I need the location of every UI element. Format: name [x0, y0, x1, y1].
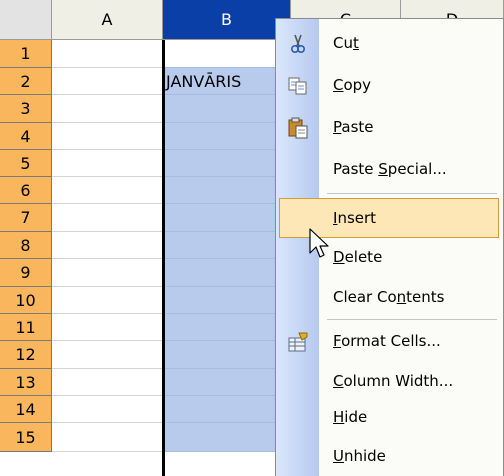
scissors-icon: [287, 33, 309, 55]
menu-item-label: Paste Special...: [333, 160, 447, 178]
menu-separator: [327, 319, 497, 320]
cell-a15[interactable]: [52, 423, 163, 452]
menu-item-label: Delete: [333, 248, 383, 266]
cell-b6[interactable]: [163, 177, 291, 204]
row-header-6[interactable]: 6: [0, 177, 52, 204]
menu-item-label: Copy: [333, 76, 372, 94]
menu-item-cut[interactable]: Cut: [276, 24, 504, 64]
cell-a2[interactable]: [52, 68, 163, 95]
spreadsheet-window: A B C D 12JANVĀRIS3456789101112131415 Cu…: [0, 0, 504, 476]
cell-b1[interactable]: [163, 40, 291, 68]
menu-item-column-width[interactable]: Column Width...: [276, 362, 504, 402]
menu-item-hide[interactable]: Hide: [276, 398, 504, 438]
row-header-8[interactable]: 8: [0, 232, 52, 259]
row-header-7[interactable]: 7: [0, 204, 52, 232]
format-cells-icon: [287, 331, 309, 353]
cell-b14[interactable]: [163, 396, 291, 423]
cell-b9[interactable]: [163, 259, 291, 287]
cell-a3[interactable]: [52, 95, 163, 123]
cell-a9[interactable]: [52, 259, 163, 287]
menu-item-unhide[interactable]: Unhide: [276, 437, 504, 476]
row-header-14[interactable]: 14: [0, 396, 52, 423]
cell-b4[interactable]: [163, 123, 291, 150]
select-all-corner[interactable]: [0, 0, 52, 40]
menu-item-label: Unhide: [333, 447, 386, 465]
cell-a14[interactable]: [52, 396, 163, 423]
row-header-5[interactable]: 5: [0, 150, 52, 177]
menu-item-label: Clear Contents: [333, 288, 445, 306]
menu-item-format-cells[interactable]: Format Cells...: [276, 322, 504, 362]
menu-item-label: Paste: [333, 118, 374, 136]
menu-item-label: Hide: [333, 408, 368, 426]
cell-a13[interactable]: [52, 369, 163, 396]
menu-item-label: Column Width...: [333, 372, 454, 390]
cell-a11[interactable]: [52, 314, 163, 341]
cell-a8[interactable]: [52, 232, 163, 259]
cell-b8[interactable]: [163, 232, 291, 259]
cell-b7[interactable]: [163, 204, 291, 232]
column-header-a[interactable]: A: [52, 0, 163, 40]
row-header-2[interactable]: 2: [0, 68, 52, 95]
menu-separator: [327, 193, 497, 194]
row-header-15[interactable]: 15: [0, 423, 52, 452]
column-header-b[interactable]: B: [163, 0, 291, 40]
cell-b10[interactable]: [163, 287, 291, 314]
cell-b15[interactable]: [163, 423, 291, 452]
cell-b5[interactable]: [163, 150, 291, 177]
cell-b13[interactable]: [163, 369, 291, 396]
menu-item-label: Format Cells...: [333, 332, 441, 350]
row-header-12[interactable]: 12: [0, 341, 52, 369]
cell-a7[interactable]: [52, 204, 163, 232]
cell-a6[interactable]: [52, 177, 163, 204]
row-header-13[interactable]: 13: [0, 369, 52, 396]
cell-b2[interactable]: JANVĀRIS: [163, 68, 291, 95]
cell-a1[interactable]: [52, 40, 163, 68]
row-header-3[interactable]: 3: [0, 95, 52, 123]
copy-icon: [287, 75, 309, 97]
cell-b3[interactable]: [163, 95, 291, 123]
paste-icon: [287, 117, 309, 139]
menu-item-label: Cut: [333, 34, 359, 52]
cell-a5[interactable]: [52, 150, 163, 177]
cell-b12[interactable]: [163, 341, 291, 369]
cell-a12[interactable]: [52, 341, 163, 369]
menu-item-copy[interactable]: Copy: [276, 66, 504, 106]
menu-item-paste-special[interactable]: Paste Special...: [276, 150, 504, 190]
menu-item-clear-contents[interactable]: Clear Contents: [276, 278, 504, 318]
mouse-pointer-icon: [309, 228, 331, 262]
row-header-10[interactable]: 10: [0, 287, 52, 314]
cell-a4[interactable]: [52, 123, 163, 150]
cell-a10[interactable]: [52, 287, 163, 314]
row-header-1[interactable]: 1: [0, 40, 52, 68]
row-header-11[interactable]: 11: [0, 314, 52, 341]
menu-item-paste[interactable]: Paste: [276, 108, 504, 148]
cell-b11[interactable]: [163, 314, 291, 341]
row-header-4[interactable]: 4: [0, 123, 52, 150]
menu-item-label: Insert: [333, 209, 377, 227]
row-header-9[interactable]: 9: [0, 259, 52, 287]
